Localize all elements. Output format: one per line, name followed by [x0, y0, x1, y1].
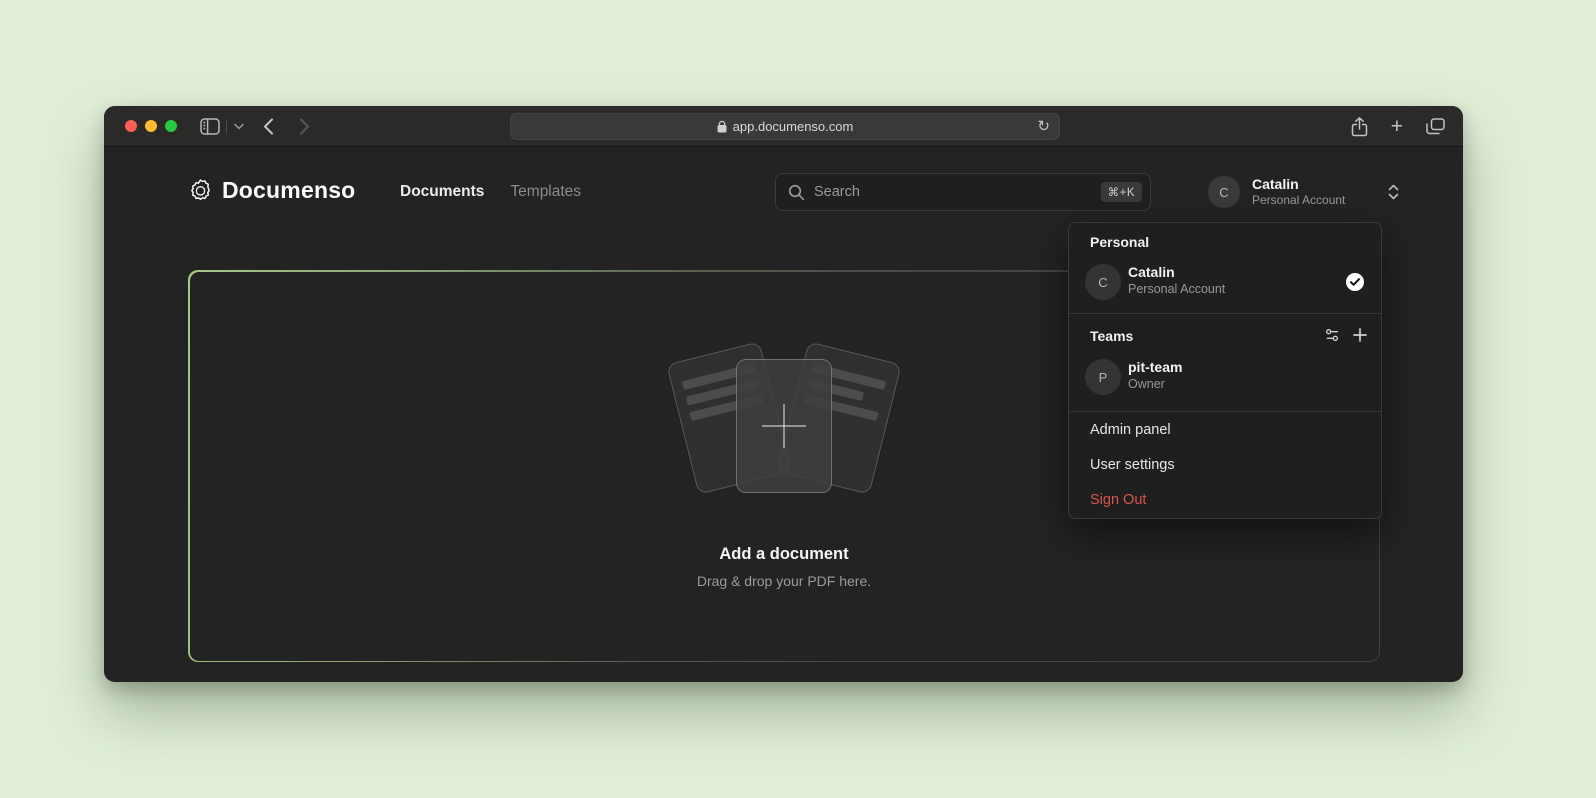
browser-titlebar: app.documenso.com ↻ +: [104, 106, 1463, 147]
account-name: Catalin: [1252, 176, 1380, 193]
sidebar-toggle-icon[interactable]: [196, 106, 224, 147]
menu-personal-label: Personal: [1090, 234, 1149, 250]
personal-type: Personal Account: [1128, 281, 1225, 297]
check-circle-icon: [1346, 273, 1364, 291]
tab-overview-icon[interactable]: [1426, 118, 1445, 135]
window-controls: [125, 120, 177, 132]
menu-divider: [1069, 313, 1381, 314]
back-button[interactable]: [256, 106, 280, 147]
address-bar[interactable]: app.documenso.com ↻: [510, 113, 1060, 140]
menu-item-sign-out[interactable]: Sign Out: [1077, 482, 1373, 517]
dropzone-title: Add a document: [719, 545, 848, 564]
sidebar-chevron-down-icon[interactable]: [230, 106, 248, 147]
nav-documents[interactable]: Documents: [400, 183, 484, 201]
search-shortcut-badge: ⌘+K: [1101, 182, 1142, 202]
lock-icon: [717, 120, 727, 133]
personal-avatar: C: [1085, 264, 1121, 300]
refresh-icon[interactable]: ↻: [1037, 119, 1050, 135]
toolbar-separator: [226, 119, 227, 134]
account-dropdown-menu: Personal C Catalin Personal Account Team…: [1068, 222, 1382, 519]
account-avatar: C: [1208, 176, 1240, 208]
app-content: Documenso Documents Templates ⌘+K C Cata…: [104, 147, 1463, 681]
plus-icon: [762, 404, 806, 448]
team-name: pit-team: [1128, 359, 1182, 376]
menu-item-team[interactable]: P pit-team Owner: [1077, 351, 1373, 403]
team-avatar: P: [1085, 359, 1121, 395]
brand[interactable]: Documenso: [188, 177, 355, 204]
share-icon[interactable]: [1351, 117, 1368, 137]
main-nav: Documents Templates: [400, 183, 581, 201]
document-stack-illustration: [649, 343, 919, 511]
manage-teams-icon[interactable]: [1324, 327, 1340, 343]
search-input[interactable]: [814, 184, 1101, 200]
new-tab-icon[interactable]: +: [1391, 117, 1403, 137]
close-window-button[interactable]: [125, 120, 137, 132]
search-icon: [788, 184, 805, 201]
menu-item-admin-panel[interactable]: Admin panel: [1077, 412, 1373, 447]
dropzone-subtitle: Drag & drop your PDF here.: [697, 573, 871, 589]
menu-item-user-settings[interactable]: User settings: [1077, 447, 1373, 482]
browser-window: app.documenso.com ↻ +: [104, 106, 1463, 682]
add-document-card: [736, 359, 832, 493]
search-box[interactable]: ⌘+K: [775, 173, 1151, 211]
menu-teams-label: Teams: [1090, 328, 1133, 344]
personal-name: Catalin: [1128, 264, 1175, 281]
menu-item-personal-account[interactable]: C Catalin Personal Account: [1077, 256, 1373, 308]
chevrons-up-down-icon: [1388, 184, 1399, 200]
zoom-window-button[interactable]: [165, 120, 177, 132]
add-team-icon[interactable]: [1353, 328, 1367, 342]
nav-templates[interactable]: Templates: [510, 183, 581, 201]
brand-wordmark: Documenso: [222, 177, 355, 204]
team-role: Owner: [1128, 376, 1165, 392]
forward-button[interactable]: [292, 106, 316, 147]
minimize-window-button[interactable]: [145, 120, 157, 132]
address-bar-url: app.documenso.com: [733, 119, 854, 134]
account-type: Personal Account: [1252, 193, 1380, 208]
documenso-logo-icon: [188, 178, 213, 203]
account-menu-button[interactable]: C Catalin Personal Account: [1208, 176, 1399, 208]
